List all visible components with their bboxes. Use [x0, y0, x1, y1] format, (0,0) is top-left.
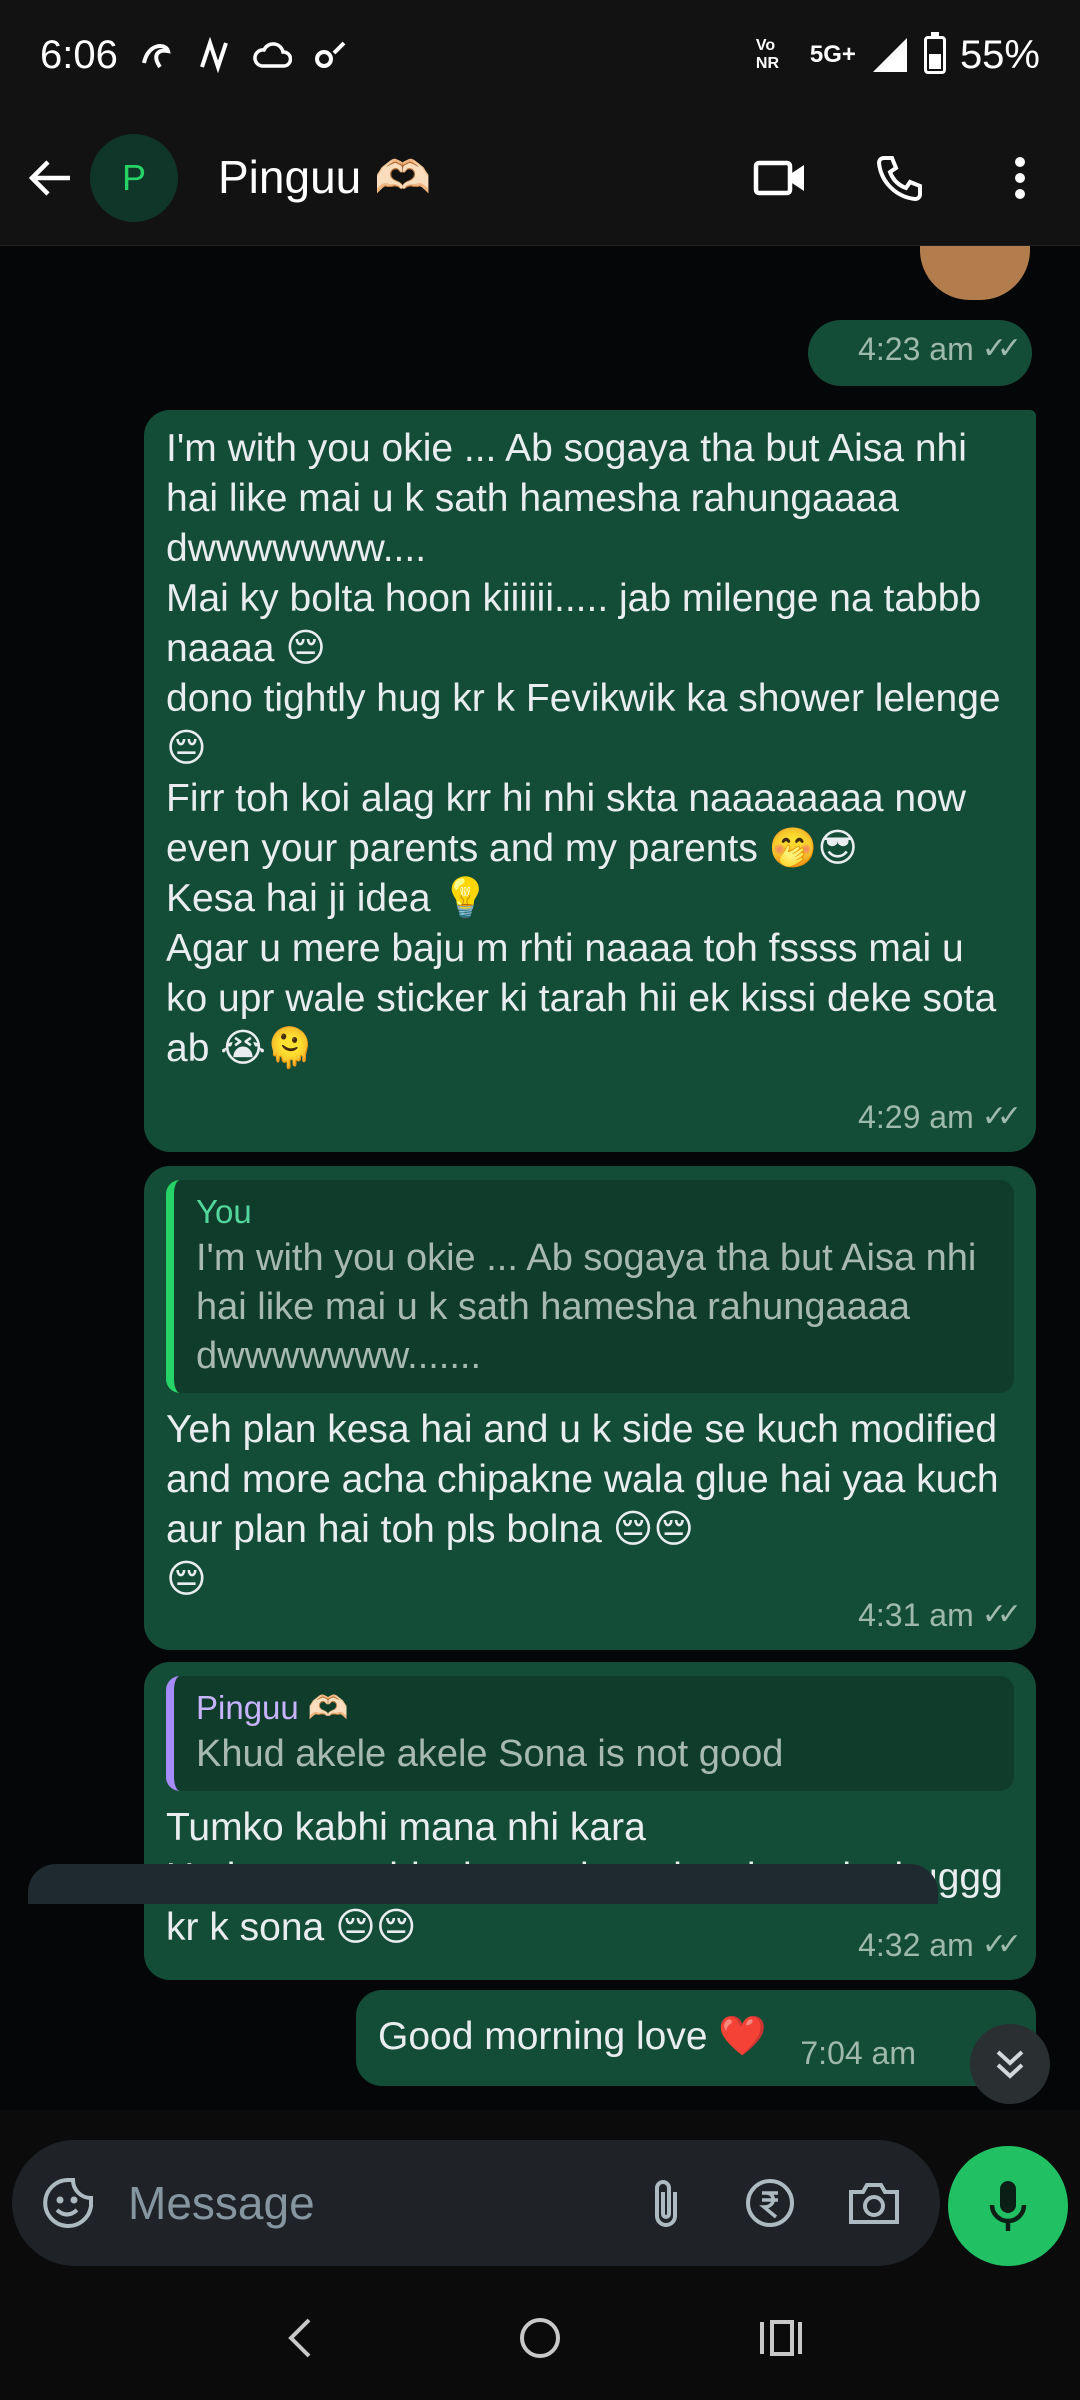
chevron-left-icon [288, 2318, 311, 2358]
video-call-button[interactable] [750, 148, 810, 208]
kebab-menu-icon [1015, 156, 1025, 199]
message-bubble[interactable]: Pinguu 🫶🏻 Khud akele akele Sona is not g… [144, 1662, 1036, 1980]
phone-icon [876, 155, 922, 201]
back-button[interactable] [20, 148, 80, 208]
message-text: Yeh plan kesa hai and u k side se kuch m… [166, 1408, 999, 1601]
nfc-icon [194, 35, 234, 75]
scroll-to-bottom-button[interactable] [970, 2024, 1050, 2104]
quote-author: You [196, 1193, 252, 1230]
message-time: 4:29 am [858, 1099, 974, 1135]
network-label: 5G+ [809, 41, 856, 68]
nav-recents-button[interactable] [740, 2298, 820, 2378]
more-options-button[interactable] [990, 148, 1050, 208]
message-composer: Message [12, 2140, 940, 2266]
message-time: 4:23 am [858, 331, 974, 367]
read-receipt-icon: ✓✓ [981, 1100, 1022, 1133]
settings-sync-icon [310, 35, 350, 75]
message-list[interactable]: 4:23 am ✓✓ I'm with you okie ... Ab soga… [0, 246, 1080, 2110]
quote-author: Pinguu 🫶🏻 [196, 1689, 350, 1726]
emoji-button[interactable] [38, 2173, 98, 2233]
camera-button[interactable] [844, 2173, 904, 2233]
nav-home-button[interactable] [500, 2298, 580, 2378]
battery-level [928, 53, 941, 69]
status-bar: 6:06 Vo NR 5G+ 55% [0, 0, 1080, 110]
double-chevron-down-icon [996, 2050, 1024, 2079]
chat-header: P Pinguu 🫶🏻 [0, 110, 1080, 246]
status-time: 6:06 [40, 32, 118, 77]
message-time: 4:31 am [858, 1597, 974, 1633]
message-time: 4:32 am [858, 1927, 974, 1963]
nav-back-button[interactable] [260, 2298, 340, 2378]
rupee-icon [746, 2179, 794, 2227]
message-time: 7:04 am [800, 2035, 916, 2071]
sticker-emoji-icon [43, 2178, 93, 2228]
battery-icon [923, 32, 946, 74]
attach-button[interactable] [636, 2173, 696, 2233]
payment-button[interactable] [740, 2173, 800, 2233]
chat-screen: 6:06 Vo NR 5G+ 55% P Pinguu 🫶🏻 4:23 am ✓… [0, 0, 1080, 2400]
arrow-left-icon [28, 159, 70, 196]
recents-icon [760, 2320, 802, 2356]
battery-percent: 55% [959, 32, 1040, 77]
volte-label: Vo NR [755, 37, 780, 72]
message-input[interactable]: Message [128, 2176, 315, 2230]
signal-icon [870, 35, 910, 75]
camera-icon [849, 2183, 899, 2224]
quoted-message[interactable]: You I'm with you okie ... Ab sogaya tha … [166, 1180, 1014, 1393]
message-text: Good morning love ❤️ [378, 2015, 767, 2058]
video-camera-icon [753, 160, 804, 195]
contact-avatar[interactable]: P [90, 133, 178, 222]
voice-call-button[interactable] [870, 148, 930, 208]
quoted-message[interactable]: Pinguu 🫶🏻 Khud akele akele Sona is not g… [166, 1676, 1014, 1791]
voice-message-button[interactable] [948, 2146, 1068, 2266]
message-bubble[interactable]: Good morning love ❤️ 7:04 am [356, 1990, 1036, 2086]
quote-text: I'm with you okie ... Ab sogaya tha but … [196, 1237, 987, 1377]
read-receipt-icon: ✓✓ [981, 332, 1022, 365]
message-bubble-sticker-time[interactable]: 4:23 am ✓✓ [808, 320, 1032, 386]
home-circle-icon [520, 2318, 560, 2358]
message-text: I'm with you okie ... Ab sogaya tha but … [166, 427, 1001, 1070]
read-receipt-icon: ✓✓ [981, 1928, 1022, 1961]
monkey-sticker[interactable] [920, 246, 1030, 300]
notification-app-icon [136, 35, 176, 75]
message-bubble[interactable]: You I'm with you okie ... Ab sogaya tha … [144, 1166, 1036, 1650]
next-message-peek [28, 1864, 938, 1904]
paperclip-icon [655, 2180, 677, 2227]
quote-text: Khud akele akele Sona is not good [196, 1733, 784, 1775]
system-navigation-bar [0, 2276, 1080, 2400]
message-bubble[interactable]: I'm with you okie ... Ab sogaya tha but … [144, 410, 1036, 1152]
read-receipt-icon: ✓✓ [981, 1598, 1022, 1631]
contact-name[interactable]: Pinguu 🫶🏻 [218, 150, 431, 205]
avatar-letter: P [121, 156, 146, 198]
cloud-icon [252, 35, 292, 75]
microphone-icon [989, 2181, 1027, 2231]
